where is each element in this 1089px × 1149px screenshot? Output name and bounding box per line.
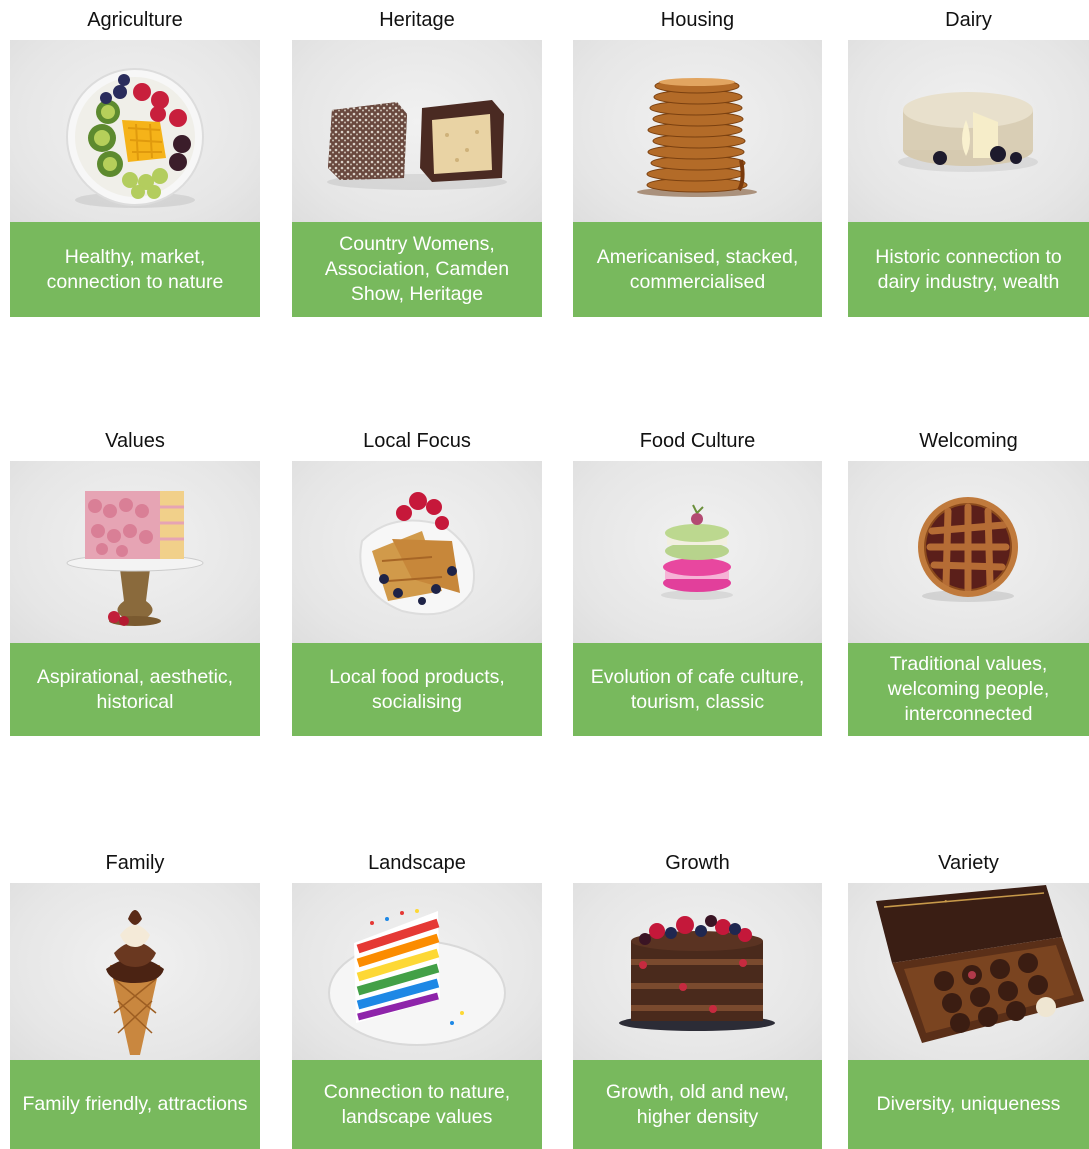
card-food-culture: Food Culture Evolution of cafe culture, … bbox=[573, 429, 822, 736]
card-caption: Growth, old and new, higher density bbox=[573, 1060, 822, 1149]
cheese-wheel-icon bbox=[848, 40, 1089, 222]
card-title: Landscape bbox=[368, 852, 466, 874]
ice-cream-cone-icon bbox=[10, 883, 260, 1060]
naked-cake-icon bbox=[573, 883, 822, 1060]
card-title: Variety bbox=[938, 852, 999, 874]
card-landscape: Landscape Connection to nature, landscap… bbox=[292, 851, 542, 1149]
card-family: Family Family friendly, attractions bbox=[10, 851, 260, 1149]
card-caption: Connection to nature, landscape values bbox=[292, 1060, 542, 1149]
pancake-stack-icon bbox=[573, 40, 822, 222]
card-title: Growth bbox=[665, 852, 730, 874]
card-caption: Family friendly, attractions bbox=[10, 1060, 260, 1149]
card-caption: Americanised, stacked, commercialised bbox=[573, 222, 822, 317]
card-growth: Growth Growth, old and new, higher densi… bbox=[573, 851, 822, 1149]
card-title: Dairy bbox=[945, 9, 992, 31]
card-title: Housing bbox=[660, 9, 735, 31]
card-caption: Local food products, socialising bbox=[292, 643, 542, 736]
macarons-icon bbox=[573, 461, 822, 643]
card-title: Welcoming bbox=[919, 430, 1018, 452]
card-values: Values Aspirational, aesthetic, historic… bbox=[10, 429, 260, 736]
card-agriculture: Agriculture Healthy, market, connection … bbox=[10, 8, 260, 317]
card-variety: Variety • Diversity, uniqueness bbox=[848, 851, 1089, 1149]
lamington-icon bbox=[292, 40, 542, 222]
fruit-platter-icon bbox=[10, 40, 260, 222]
layer-cake-icon bbox=[10, 461, 260, 643]
card-caption: Traditional values, welcoming people, in… bbox=[848, 643, 1089, 736]
card-heritage: Heritage Country Womens, Association, Ca… bbox=[292, 8, 542, 317]
card-title: Family bbox=[105, 852, 165, 874]
rainbow-cake-icon bbox=[292, 883, 542, 1060]
card-title: Heritage bbox=[379, 9, 455, 31]
card-caption: Diversity, uniqueness bbox=[848, 1060, 1089, 1149]
lattice-pie-icon bbox=[848, 461, 1089, 643]
card-caption: Evolution of cafe culture, tourism, clas… bbox=[573, 643, 822, 736]
chocolate-box-icon: • bbox=[848, 883, 1089, 1060]
svg-text:•: • bbox=[944, 897, 948, 908]
card-caption: Healthy, market, connection to nature bbox=[10, 222, 260, 317]
card-caption: Historic connection to dairy industry, w… bbox=[848, 222, 1089, 317]
card-welcoming: Welcoming Traditional values, welcoming … bbox=[848, 429, 1089, 736]
card-local-focus: Local Focus Local food products, sociali… bbox=[292, 429, 542, 736]
card-housing: Housing Americanised, stacked, commercia… bbox=[573, 8, 822, 317]
crepes-icon bbox=[292, 461, 542, 643]
card-title: Values bbox=[105, 430, 165, 452]
card-caption: Country Womens, Association, Camden Show… bbox=[292, 222, 542, 317]
card-title: Agriculture bbox=[87, 9, 183, 31]
card-title: Food Culture bbox=[639, 430, 756, 452]
card-title: Local Focus bbox=[363, 430, 471, 452]
card-dairy: Dairy Historic connection to dairy indus… bbox=[848, 8, 1089, 317]
card-caption: Aspirational, aesthetic, historical bbox=[10, 643, 260, 736]
